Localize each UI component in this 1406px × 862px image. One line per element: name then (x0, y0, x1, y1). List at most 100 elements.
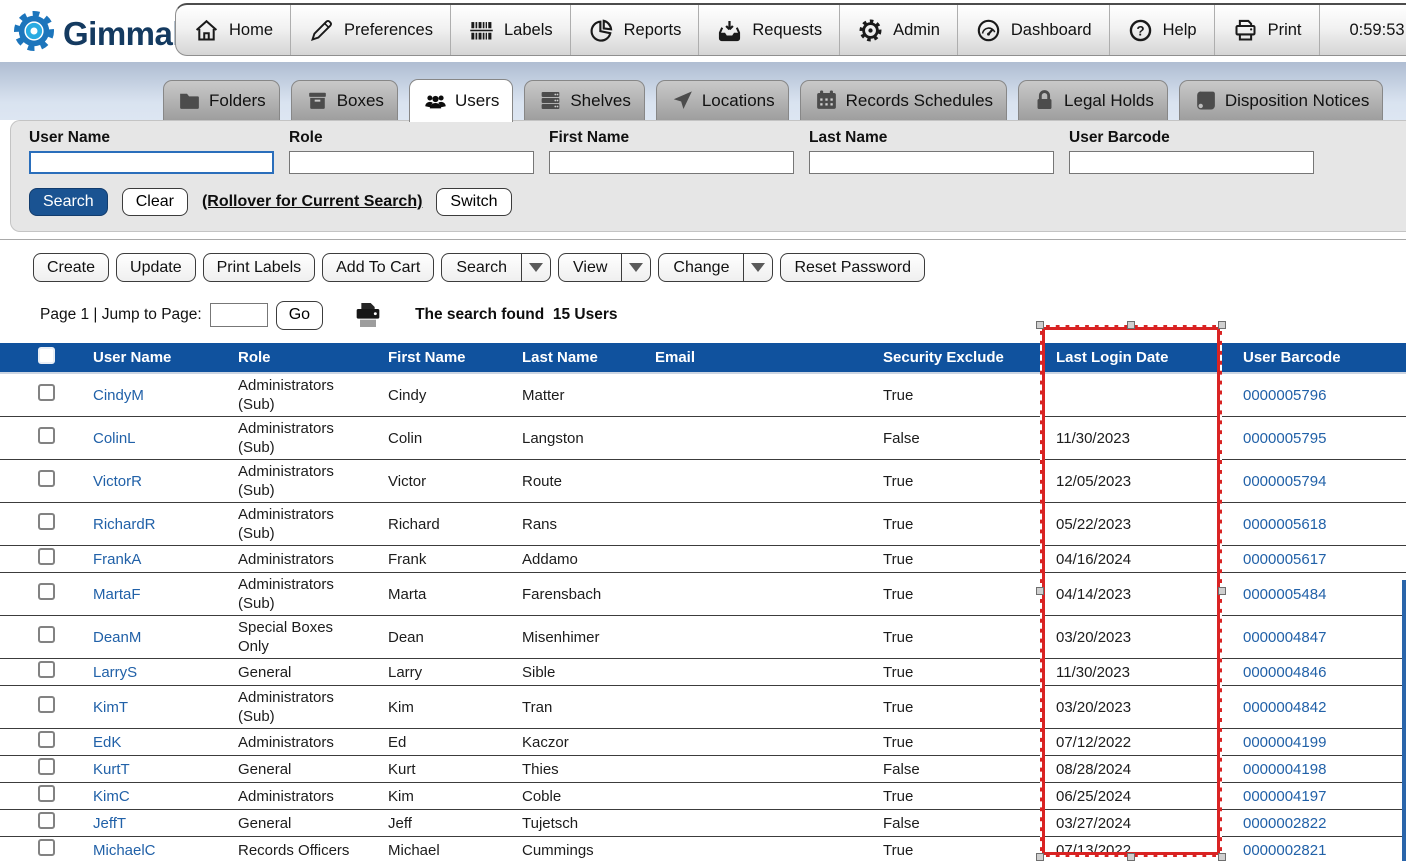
user-name-link[interactable]: CindyM (93, 387, 144, 404)
user-barcode-link[interactable]: 0000004199 (1243, 734, 1326, 751)
user-name-link[interactable]: JeffT (93, 815, 126, 832)
user-barcode-link[interactable]: 0000005484 (1243, 586, 1326, 603)
view-dropdown-arrow[interactable] (621, 254, 650, 281)
user-name-link[interactable]: VictorR (93, 473, 142, 490)
user-name-link[interactable]: LarryS (93, 664, 137, 681)
view-button[interactable]: View (558, 253, 651, 282)
tab-label: Records Schedules (846, 91, 993, 111)
column-header-last-name[interactable]: Last Name (514, 343, 647, 373)
cell-role: Administrators (230, 729, 380, 756)
user-barcode-link[interactable]: 0000004842 (1243, 699, 1326, 716)
jump-to-page-input[interactable] (210, 303, 268, 327)
role-input[interactable] (289, 151, 534, 174)
tab-label: Folders (209, 91, 266, 111)
row-checkbox[interactable] (38, 626, 55, 643)
nav-item-admin[interactable]: Admin (840, 5, 958, 55)
row-checkbox[interactable] (38, 384, 55, 401)
tab-legal-holds[interactable]: Legal Holds (1018, 80, 1168, 120)
add-to-cart-button[interactable]: Add To Cart (322, 253, 434, 282)
user-name-link[interactable]: ColinL (93, 430, 136, 447)
user-name-link[interactable]: EdK (93, 734, 121, 751)
user-name-link[interactable]: RichardR (93, 516, 156, 533)
reset-password-button[interactable]: Reset Password (780, 253, 925, 282)
row-checkbox[interactable] (38, 427, 55, 444)
last-name-input[interactable] (809, 151, 1054, 174)
update-button[interactable]: Update (116, 253, 196, 282)
user-name-input[interactable] (29, 151, 274, 174)
change-dropdown-arrow[interactable] (743, 254, 772, 281)
column-header-user-name[interactable]: User Name (85, 343, 230, 373)
column-header-first-name[interactable]: First Name (380, 343, 514, 373)
switch-button[interactable]: Switch (436, 188, 511, 216)
nav-item-preferences[interactable]: Preferences (291, 5, 451, 55)
user-barcode-link[interactable]: 0000004198 (1243, 761, 1326, 778)
gimmal-gear-icon (10, 7, 58, 60)
field-last-name: Last Name (809, 129, 1069, 174)
column-header-role[interactable]: Role (230, 343, 380, 373)
nav-item-labels[interactable]: Labels (451, 5, 571, 55)
nav-item-reports[interactable]: Reports (571, 5, 700, 55)
user-barcode-link[interactable]: 0000002822 (1243, 815, 1326, 832)
row-checkbox[interactable] (38, 812, 55, 829)
go-button[interactable]: Go (276, 301, 323, 330)
row-checkbox[interactable] (38, 470, 55, 487)
change-button[interactable]: Change (658, 253, 773, 282)
column-header-user-barcode[interactable]: User Barcode (1235, 343, 1406, 373)
table-row: KimCAdministratorsKimCobleTrue06/25/2024… (0, 783, 1406, 810)
user-barcode-link[interactable]: 0000004197 (1243, 788, 1326, 805)
inbox-arrow-icon (716, 17, 743, 44)
user-barcode-input[interactable] (1069, 151, 1314, 174)
print-labels-button[interactable]: Print Labels (203, 253, 316, 282)
row-checkbox[interactable] (38, 839, 55, 856)
column-header-security-exclude[interactable]: Security Exclude (875, 343, 1048, 373)
row-checkbox[interactable] (38, 548, 55, 565)
row-checkbox[interactable] (38, 583, 55, 600)
user-barcode-link[interactable]: 0000004846 (1243, 664, 1326, 681)
nav-item-print[interactable]: Print (1215, 5, 1320, 55)
pie-chart-icon (588, 17, 615, 44)
column-header-email[interactable]: Email (647, 343, 875, 373)
user-barcode-link[interactable]: 0000005794 (1243, 473, 1326, 490)
print-results-icon[interactable] (351, 299, 385, 331)
tab-folders[interactable]: Folders (163, 80, 280, 120)
user-name-link[interactable]: MartaF (93, 586, 141, 603)
user-barcode-link[interactable]: 0000005796 (1243, 387, 1326, 404)
tab-disposition-notices[interactable]: Disposition Notices (1179, 80, 1384, 120)
user-name-link[interactable]: DeanM (93, 629, 141, 646)
user-name-link[interactable]: FrankA (93, 551, 141, 568)
row-checkbox[interactable] (38, 758, 55, 775)
first-name-input[interactable] (549, 151, 794, 174)
search-button[interactable]: Search (29, 188, 108, 216)
row-checkbox[interactable] (38, 731, 55, 748)
select-all-checkbox[interactable] (38, 347, 55, 364)
row-checkbox[interactable] (38, 696, 55, 713)
user-barcode-link[interactable]: 0000002821 (1243, 842, 1326, 859)
user-barcode-link[interactable]: 0000005795 (1243, 430, 1326, 447)
row-checkbox[interactable] (38, 785, 55, 802)
row-checkbox[interactable] (38, 661, 55, 678)
tab-users[interactable]: Users (409, 79, 513, 122)
search-dropdown-arrow[interactable] (521, 254, 550, 281)
search-button[interactable]: Search (441, 253, 551, 282)
cell-first-name: Frank (380, 546, 514, 573)
user-name-link[interactable]: MichaelC (93, 842, 156, 859)
nav-item-help[interactable]: ?Help (1110, 5, 1215, 55)
tab-records-schedules[interactable]: Records Schedules (800, 80, 1007, 120)
tab-locations[interactable]: Locations (656, 80, 789, 120)
column-header-last-login-date[interactable]: Last Login Date (1048, 343, 1235, 373)
user-barcode-link[interactable]: 0000005617 (1243, 551, 1326, 568)
nav-item-requests[interactable]: Requests (699, 5, 840, 55)
tab-boxes[interactable]: Boxes (291, 80, 398, 120)
user-barcode-link[interactable]: 0000004847 (1243, 629, 1326, 646)
nav-item-dashboard[interactable]: Dashboard (958, 5, 1110, 55)
rollover-current-search-link[interactable]: (Rollover for Current Search) (202, 193, 422, 211)
create-button[interactable]: Create (33, 253, 109, 282)
user-name-link[interactable]: KimT (93, 699, 128, 716)
row-checkbox[interactable] (38, 513, 55, 530)
nav-item-home[interactable]: Home (176, 5, 291, 55)
user-barcode-link[interactable]: 0000005618 (1243, 516, 1326, 533)
user-name-link[interactable]: KimC (93, 788, 130, 805)
clear-button[interactable]: Clear (122, 188, 188, 216)
user-name-link[interactable]: KurtT (93, 761, 130, 778)
tab-shelves[interactable]: Shelves (524, 80, 644, 120)
